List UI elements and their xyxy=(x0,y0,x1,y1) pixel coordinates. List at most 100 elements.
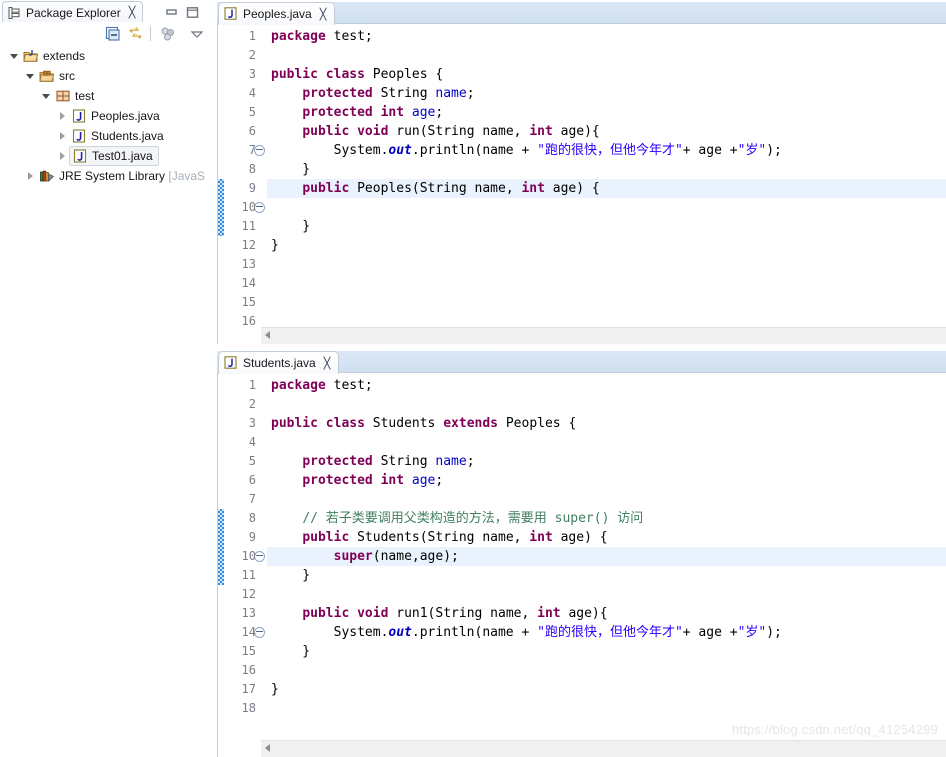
tree-item-wrapper: src xyxy=(38,68,75,84)
code-line: protected int age; xyxy=(302,105,444,120)
line-number: 7 xyxy=(248,143,256,157)
expand-arrow-closed-icon[interactable] xyxy=(54,146,70,166)
tab-students-java[interactable]: Students.java ╳ xyxy=(218,351,340,374)
editor-hscrollbar-2[interactable] xyxy=(261,740,946,757)
tree-item-jre-system-library-javas[interactable]: JRE System Library [JavaS xyxy=(0,166,214,186)
close-icon[interactable]: ╳ xyxy=(129,7,136,18)
line-number: 2 xyxy=(248,48,256,62)
expand-arrow-closed-icon[interactable] xyxy=(54,106,70,126)
expand-arrow-open-icon[interactable] xyxy=(38,86,54,106)
code-line: package test; xyxy=(271,29,373,44)
tree-item-wrapper: extends xyxy=(22,48,85,64)
expand-arrow-open-icon[interactable] xyxy=(22,66,38,86)
tree-item-src[interactable]: src xyxy=(0,66,214,86)
maximize-view-button[interactable] xyxy=(186,5,199,18)
line-number: 4 xyxy=(248,86,256,100)
line-number: 11 xyxy=(241,568,256,582)
editor-body-2[interactable]: 1 2 3 4 5 6 7 8 9 10 11 12 13 14 15 16 17 18 package test;… xyxy=(217,373,946,757)
line-number: 5 xyxy=(248,454,256,468)
line-number: 17 xyxy=(241,682,256,696)
code-line: protected int age; xyxy=(302,473,444,488)
editor-peoples-java: Peoples.java ╳ 1 2 3 4 5 6 7 8 9 10 11 12 13 14 15 16 pa… xyxy=(217,0,946,344)
toolbar-separator xyxy=(150,26,151,41)
code-line: public class Peoples { xyxy=(271,67,444,82)
line-number: 14 xyxy=(241,625,256,639)
tree-item-selected-wrapper: Test01.java xyxy=(69,146,159,166)
java-file-icon xyxy=(70,128,88,144)
package-explorer-icon xyxy=(7,6,21,20)
tab-label-1: Peoples.java xyxy=(243,7,312,21)
focus-on-active-task-icon[interactable] xyxy=(159,25,177,43)
line-number: 9 xyxy=(249,179,265,213)
tree-item-label: extends xyxy=(43,49,86,63)
tab-package-explorer[interactable]: Package Explorer ╳ xyxy=(2,1,144,23)
expand-arrow-open-icon[interactable] xyxy=(6,46,22,66)
line-number: 18 xyxy=(241,701,256,715)
code-line: // 若子类要调用父类构造的方法，需要用 super() 访问 xyxy=(302,511,644,526)
tree-item-label: src xyxy=(59,69,75,83)
editor-tab-row-2: Students.java ╳ xyxy=(217,349,946,374)
expand-arrow-closed-icon[interactable] xyxy=(54,126,70,146)
editor-hscrollbar-1[interactable] xyxy=(261,327,946,344)
line-number: 4 xyxy=(248,435,256,449)
line-number: 15 xyxy=(241,644,256,658)
collapse-all-icon[interactable] xyxy=(104,25,122,43)
expand-arrow-closed-icon[interactable] xyxy=(22,166,38,186)
code-line: public void run(String name, int age){ xyxy=(302,124,600,139)
java-file-icon xyxy=(70,108,88,124)
tab-label-2: Students.java xyxy=(243,356,316,370)
line-number: 8 xyxy=(248,162,256,176)
line-number: 3 xyxy=(248,416,256,430)
code-line: package test; xyxy=(271,378,373,393)
tree-item-wrapper: Peoples.java xyxy=(70,108,160,124)
code-text-area[interactable]: package test; public class Peoples { prot… xyxy=(267,24,946,344)
tab-peoples-java[interactable]: Peoples.java ╳ xyxy=(218,2,336,25)
tree-item-extends[interactable]: extends xyxy=(0,46,214,66)
project-tree[interactable]: extends src test Peoples.java Students.java T… xyxy=(0,46,214,757)
line-number: 10 xyxy=(241,549,256,563)
tree-item-label: Peoples.java xyxy=(91,109,160,123)
line-number: 5 xyxy=(248,105,256,119)
code-line: public class Students extends Peoples { xyxy=(271,416,577,431)
package-explorer-view: Package Explorer ╳ extends src test Peop… xyxy=(0,0,214,757)
code-line: protected String name; xyxy=(302,454,475,469)
scroll-left-arrow-icon[interactable] xyxy=(265,331,270,339)
line-number: 14 xyxy=(241,276,256,290)
java-project-icon xyxy=(22,48,40,64)
close-icon[interactable]: ╳ xyxy=(324,358,331,369)
tree-item-test[interactable]: test xyxy=(0,86,214,106)
tree-item-label: JRE System Library [JavaS xyxy=(59,169,206,183)
line-number: 15 xyxy=(241,295,256,309)
code-line: } xyxy=(271,162,311,177)
line-number: 1 xyxy=(248,29,256,43)
tree-item-students-java[interactable]: Students.java xyxy=(0,126,214,146)
package-explorer-toolbar xyxy=(0,22,214,47)
code-line: } xyxy=(271,682,279,697)
tree-item-label: test xyxy=(75,89,95,103)
code-line: public void run1(String name, int age){ xyxy=(302,606,608,621)
code-text-area[interactable]: package test; public class Students exten… xyxy=(267,373,946,757)
close-icon[interactable]: ╳ xyxy=(320,9,327,20)
tree-item-peoples-java[interactable]: Peoples.java xyxy=(0,106,214,126)
source-folder-icon xyxy=(38,68,56,84)
link-with-editor-icon[interactable] xyxy=(127,25,145,43)
scroll-left-arrow-icon[interactable] xyxy=(265,744,270,752)
line-number: 6 xyxy=(248,473,256,487)
code-line: System.out.println(name + "跑的很快，但他今年才"+ … xyxy=(271,143,782,158)
line-number: 3 xyxy=(248,67,256,81)
package-explorer-tab-row: Package Explorer ╳ xyxy=(0,0,214,23)
tree-item-label: Students.java xyxy=(91,129,164,143)
code-line: } xyxy=(271,568,311,583)
tree-item-test01-java[interactable]: Test01.java xyxy=(0,146,214,166)
view-menu-icon[interactable] xyxy=(188,25,206,43)
java-file-icon xyxy=(224,356,238,370)
minimize-view-button[interactable] xyxy=(165,5,178,16)
editor-area: Peoples.java ╳ 1 2 3 4 5 6 7 8 9 10 11 12 13 14 15 16 pa… xyxy=(217,0,946,757)
line-number-gutter[interactable]: 1 2 3 4 5 6 7 8 9 10 11 12 13 14 15 16 17 18 xyxy=(224,373,265,757)
tree-item-wrapper: Students.java xyxy=(70,128,164,144)
code-line: } xyxy=(271,644,311,659)
editor-body-1[interactable]: 1 2 3 4 5 6 7 8 9 10 11 12 13 14 15 16 package test; publ… xyxy=(217,24,946,344)
line-number: 11 xyxy=(241,219,256,233)
line-number-gutter[interactable]: 1 2 3 4 5 6 7 8 9 10 11 12 13 14 15 16 xyxy=(224,24,265,344)
code-line: super(name,age); xyxy=(333,549,459,564)
